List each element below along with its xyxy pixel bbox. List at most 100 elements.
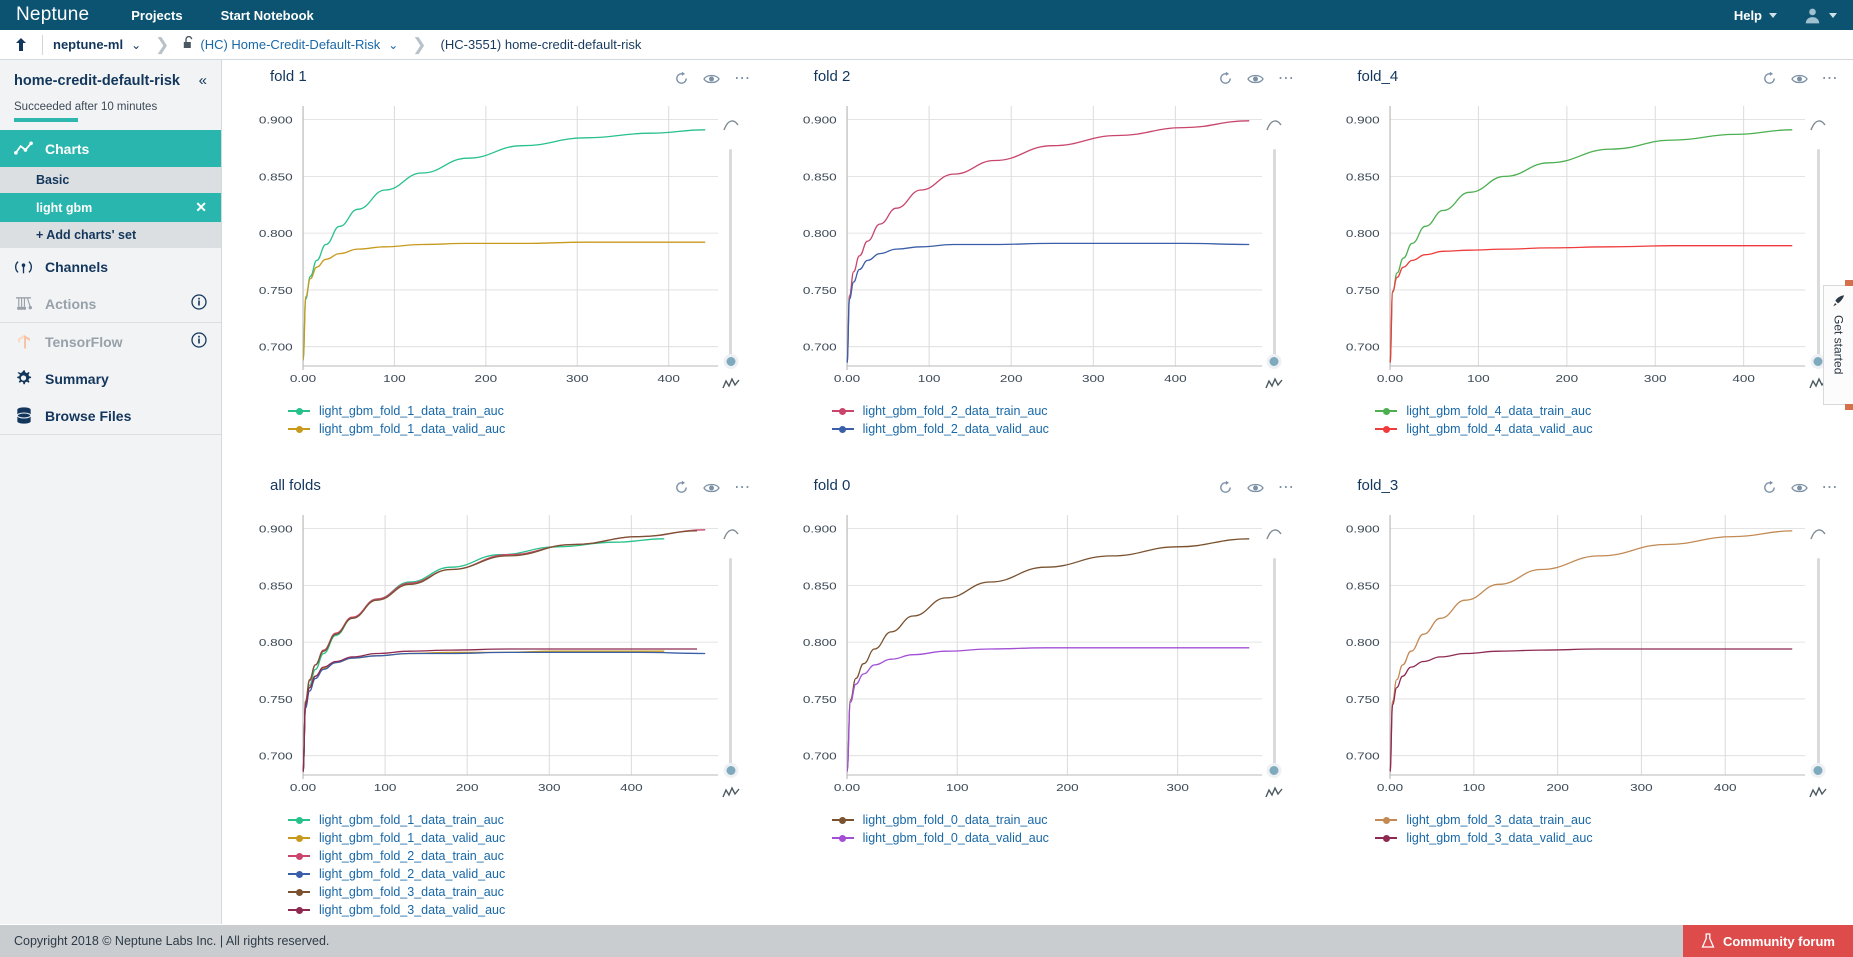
slider-track[interactable] (1266, 558, 1282, 778)
smooth-curve-icon[interactable] (1809, 527, 1827, 546)
sidebar-item-channels[interactable]: Channels (0, 248, 221, 285)
eye-icon[interactable] (703, 481, 720, 495)
legend-item[interactable]: light_gbm_fold_3_data_train_auc (1375, 813, 1839, 827)
legend-item[interactable]: light_gbm_fold_4_data_valid_auc (1375, 422, 1839, 436)
sidebar-item-tensorflow[interactable]: TensorFlow (0, 323, 221, 360)
eye-icon[interactable] (1247, 481, 1264, 495)
chart-title: fold 0 (813, 477, 851, 494)
breadcrumb-experiment[interactable]: (HC-3551) home-credit-default-risk (441, 37, 642, 52)
legend-item[interactable]: light_gbm_fold_1_data_valid_auc (288, 831, 752, 845)
slider-track[interactable] (1810, 149, 1826, 369)
info-icon[interactable] (191, 332, 207, 351)
smoothing-slider[interactable] (1259, 118, 1289, 396)
slider-knob[interactable] (1810, 763, 1826, 778)
legend-item[interactable]: light_gbm_fold_3_data_valid_auc (1375, 831, 1839, 845)
sidebar-item-charts[interactable]: Charts (0, 130, 221, 167)
slider-knob[interactable] (723, 763, 739, 778)
legend-item[interactable]: light_gbm_fold_3_data_train_auc (288, 885, 752, 899)
plot-area[interactable]: 0.700 0.750 0.800 0.850 0.900 0.00 100 200 300 40… (236, 505, 752, 805)
neptune-logo[interactable]: Neptune (16, 4, 89, 26)
help-menu[interactable]: Help (1734, 8, 1777, 23)
plot-area[interactable]: 0.700 0.750 0.800 0.850 0.900 0.00 100 200 300 40… (236, 96, 752, 396)
legend-item[interactable]: light_gbm_fold_0_data_train_auc (831, 813, 1296, 827)
smoothing-slider[interactable] (1803, 527, 1833, 805)
smooth-curve-icon[interactable] (1265, 527, 1283, 546)
slider-track[interactable] (1810, 558, 1826, 778)
get-started-tab[interactable]: Get started (1823, 280, 1853, 410)
legend-item[interactable]: light_gbm_fold_2_data_valid_auc (288, 867, 752, 881)
legend-item[interactable]: light_gbm_fold_2_data_train_auc (288, 849, 752, 863)
chart-set-light-gbm[interactable]: light gbm ✕ (0, 193, 221, 222)
slider-knob[interactable] (1266, 354, 1282, 369)
raw-series-icon[interactable] (1265, 786, 1283, 805)
smoothing-slider[interactable] (1259, 527, 1289, 805)
legend-item[interactable]: light_gbm_fold_1_data_valid_auc (288, 422, 752, 436)
slider-knob[interactable] (723, 354, 739, 369)
plot-area[interactable]: 0.700 0.750 0.800 0.850 0.900 0.00 100 200 300 40… (1323, 96, 1839, 396)
nav-link-start-notebook[interactable]: Start Notebook (221, 8, 314, 23)
more-icon[interactable]: ⋯ (1822, 70, 1840, 86)
legend-item[interactable]: light_gbm_fold_4_data_train_auc (1375, 404, 1839, 418)
slider-track[interactable] (723, 149, 739, 369)
legend-item[interactable]: light_gbm_fold_3_data_valid_auc (288, 903, 752, 917)
user-menu[interactable] (1803, 6, 1837, 25)
collapse-sidebar-button[interactable]: « (199, 72, 207, 89)
reset-icon[interactable] (1762, 71, 1777, 86)
eye-icon[interactable] (1790, 481, 1808, 495)
plot-area[interactable]: 0.700 0.750 0.800 0.850 0.900 0.00 100 200 300 (780, 505, 1296, 805)
raw-series-icon[interactable] (722, 786, 740, 805)
y-axis-tick-label: 0.900 (803, 523, 837, 535)
eye-icon[interactable] (703, 72, 720, 86)
smoothing-slider[interactable] (716, 118, 746, 396)
smooth-curve-icon[interactable] (1265, 118, 1283, 137)
plot-area[interactable]: 0.700 0.750 0.800 0.850 0.900 0.00 100 200 300 40… (1323, 505, 1839, 805)
chart-set-basic[interactable]: Basic (0, 167, 221, 193)
nav-link-projects[interactable]: Projects (131, 8, 182, 23)
slider-track[interactable] (1266, 149, 1282, 369)
unlock-icon (183, 35, 194, 53)
slider-knob[interactable] (1266, 763, 1282, 778)
reset-icon[interactable] (1762, 480, 1777, 495)
reset-icon[interactable] (674, 71, 689, 86)
chart-title: fold_3 (1357, 477, 1399, 494)
reset-icon[interactable] (1218, 480, 1233, 495)
raw-series-icon[interactable] (722, 377, 740, 396)
smooth-curve-icon[interactable] (722, 527, 740, 546)
add-charts-set-button[interactable]: + Add charts' set (0, 222, 221, 248)
eye-icon[interactable] (1247, 72, 1264, 86)
smoothing-slider[interactable] (716, 527, 746, 805)
smooth-curve-icon[interactable] (722, 118, 740, 137)
smooth-curve-icon[interactable] (1809, 118, 1827, 137)
info-icon[interactable] (191, 294, 207, 313)
y-axis-tick-label: 0.850 (1346, 580, 1380, 592)
more-icon[interactable]: ⋯ (1278, 70, 1296, 86)
more-icon[interactable]: ⋯ (1278, 479, 1296, 495)
legend-item[interactable]: light_gbm_fold_0_data_valid_auc (831, 831, 1296, 845)
raw-series-icon[interactable] (1265, 377, 1283, 396)
reset-icon[interactable] (674, 480, 689, 495)
more-icon[interactable]: ⋯ (734, 70, 752, 86)
sidebar-item-actions[interactable]: Actions (0, 285, 221, 322)
close-icon[interactable]: ✕ (195, 199, 207, 216)
breadcrumb-project[interactable]: (HC) Home-Credit-Default-Risk ⌄ (183, 35, 398, 53)
breadcrumb-workspace[interactable]: neptune-ml ⌄ (53, 37, 141, 52)
slider-track[interactable] (723, 558, 739, 778)
sidebar-item-browse-files[interactable]: Browse Files (0, 397, 221, 434)
raw-series-icon[interactable] (1809, 786, 1827, 805)
legend-label: light_gbm_fold_1_data_train_auc (319, 404, 504, 418)
legend-item[interactable]: light_gbm_fold_1_data_train_auc (288, 404, 752, 418)
chart-title: all folds (270, 477, 321, 494)
legend-item[interactable]: light_gbm_fold_1_data_train_auc (288, 813, 752, 827)
home-upload-icon[interactable] (10, 37, 32, 53)
sidebar-item-summary[interactable]: Summary (0, 360, 221, 397)
plot-area[interactable]: 0.700 0.750 0.800 0.850 0.900 0.00 100 200 300 40… (780, 96, 1296, 396)
community-forum-button[interactable]: Community forum (1683, 925, 1853, 957)
legend-item[interactable]: light_gbm_fold_2_data_train_auc (831, 404, 1296, 418)
more-icon[interactable]: ⋯ (734, 479, 752, 495)
eye-icon[interactable] (1790, 72, 1808, 86)
reset-icon[interactable] (1218, 71, 1233, 86)
more-icon[interactable]: ⋯ (1822, 479, 1840, 495)
panel-scrollbar[interactable] (1845, 60, 1853, 924)
legend-item[interactable]: light_gbm_fold_2_data_valid_auc (831, 422, 1296, 436)
tab-accent-top (1845, 280, 1853, 286)
